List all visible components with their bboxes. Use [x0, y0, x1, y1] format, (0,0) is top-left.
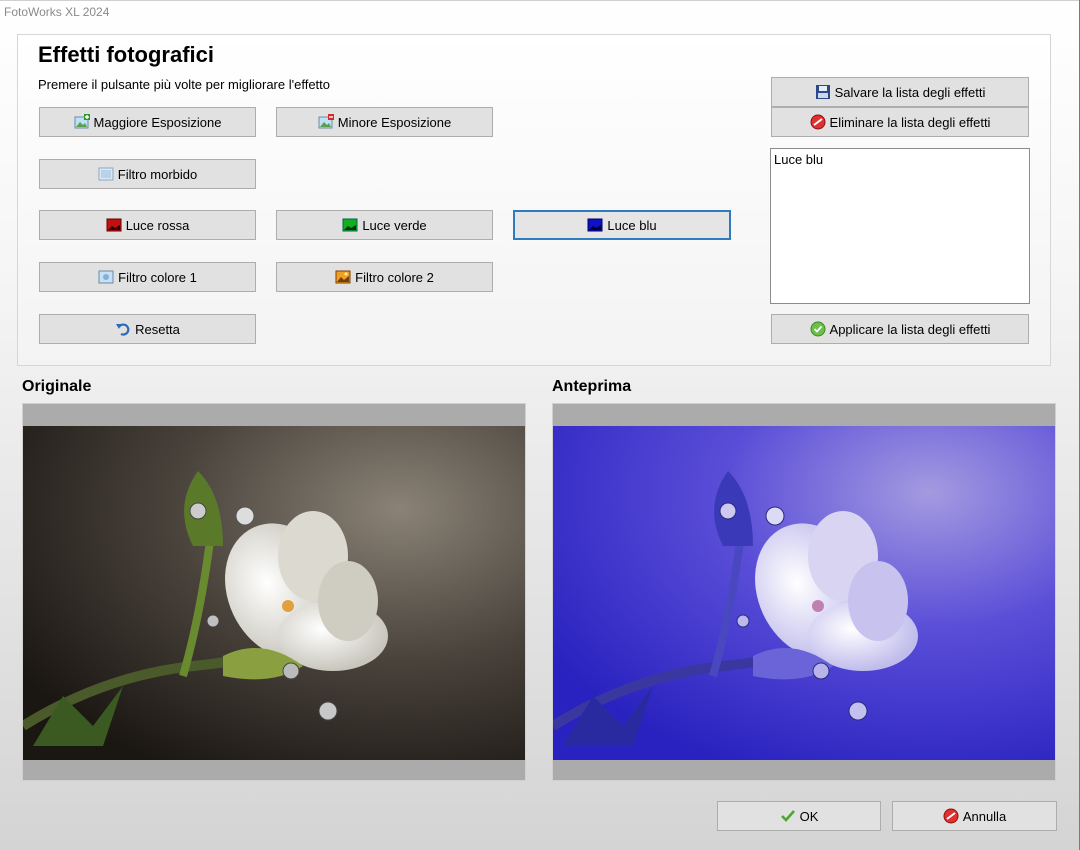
original-label: Originale — [22, 378, 92, 395]
save-effects-list-label: Salvare la lista degli effetti — [834, 84, 986, 100]
more-exposure-label: Maggiore Esposizione — [93, 114, 222, 130]
more-exposure-button[interactable]: Maggiore Esposizione — [39, 107, 256, 137]
reset-button[interactable]: Resetta — [39, 314, 256, 344]
panel-subtitle: Premere il pulsante più volte per miglio… — [38, 77, 330, 92]
photo-plus-icon — [74, 114, 90, 130]
checkmark-icon — [780, 808, 796, 824]
less-exposure-label: Minore Esposizione — [337, 114, 452, 130]
color-filter-2-button[interactable]: Filtro colore 2 — [276, 262, 493, 292]
blue-light-button[interactable]: Luce blu — [513, 210, 731, 240]
preview-label: Anteprima — [552, 378, 632, 395]
cancel-button[interactable]: Annulla — [892, 801, 1057, 831]
green-light-label: Luce verde — [362, 217, 427, 233]
preview-photo — [553, 426, 1055, 760]
soft-filter-icon — [98, 166, 114, 182]
delete-effects-list-button[interactable]: Eliminare la lista degli effetti — [771, 107, 1029, 137]
original-photo — [23, 426, 525, 760]
color-filter-2-icon — [335, 269, 351, 285]
less-exposure-button[interactable]: Minore Esposizione — [276, 107, 493, 137]
ok-button[interactable]: OK — [717, 801, 881, 831]
panel-title: Effetti fotografici — [38, 42, 214, 67]
undo-icon — [115, 321, 131, 337]
window-top-edge — [0, 0, 1080, 1]
ok-label: OK — [799, 808, 819, 824]
red-light-label: Luce rossa — [125, 217, 190, 233]
original-image-frame — [22, 403, 526, 781]
green-light-button[interactable]: Luce verde — [276, 210, 493, 240]
blue-light-label: Luce blu — [607, 217, 657, 233]
check-circle-icon — [810, 321, 826, 337]
green-light-icon — [342, 217, 358, 233]
color-filter-2-label: Filtro colore 2 — [355, 269, 434, 285]
apply-effects-list-button[interactable]: Applicare la lista degli effetti — [771, 314, 1029, 344]
effects-listbox[interactable]: Luce blu — [770, 148, 1030, 304]
delete-effects-list-label: Eliminare la lista degli effetti — [829, 114, 991, 130]
soft-filter-button[interactable]: Filtro morbido — [39, 159, 256, 189]
reset-label: Resetta — [135, 321, 180, 337]
photo-minus-icon — [318, 114, 334, 130]
red-light-icon — [106, 217, 122, 233]
delete-circle-icon — [810, 114, 826, 130]
window-title: FotoWorks XL 2024 — [4, 5, 110, 19]
color-filter-1-button[interactable]: Filtro colore 1 — [39, 262, 256, 292]
floppy-disk-icon — [815, 84, 831, 100]
cancel-label: Annulla — [962, 808, 1007, 824]
blue-light-icon — [587, 217, 603, 233]
cancel-icon — [943, 808, 959, 824]
red-light-button[interactable]: Luce rossa — [39, 210, 256, 240]
preview-image-frame — [552, 403, 1056, 781]
color-filter-1-label: Filtro colore 1 — [118, 269, 197, 285]
soft-filter-label: Filtro morbido — [117, 166, 198, 182]
apply-effects-list-label: Applicare la lista degli effetti — [829, 321, 991, 337]
list-item[interactable]: Luce blu — [774, 152, 1026, 168]
color-filter-1-icon — [98, 269, 114, 285]
save-effects-list-button[interactable]: Salvare la lista degli effetti — [771, 77, 1029, 107]
